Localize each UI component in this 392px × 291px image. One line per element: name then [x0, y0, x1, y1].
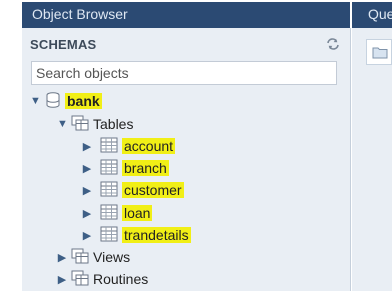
query-panel: [352, 28, 392, 291]
search-box[interactable]: [31, 61, 337, 85]
collapse-arrow-icon[interactable]: ▶: [82, 162, 92, 175]
table-folder-icon: [71, 115, 89, 134]
database-icon: [46, 91, 60, 111]
table-icon: [100, 204, 118, 223]
collapse-arrow-icon[interactable]: ▶: [82, 229, 92, 242]
tree-node-table[interactable]: ▶ account: [82, 136, 176, 156]
tree-node-table[interactable]: ▶ loan: [82, 203, 153, 223]
search-input[interactable]: [32, 62, 336, 84]
tree-node-routines[interactable]: ▶ Routines: [57, 269, 148, 289]
table-name[interactable]: account: [122, 138, 176, 154]
refresh-icon[interactable]: [326, 38, 342, 52]
object-browser-title: Object Browser: [32, 6, 128, 22]
table-name[interactable]: branch: [122, 160, 169, 176]
folder-icon: [372, 46, 388, 64]
collapse-arrow-icon[interactable]: ▶: [57, 251, 67, 264]
table-icon: [100, 226, 118, 245]
table-name[interactable]: customer: [122, 182, 184, 198]
tree-node-bank[interactable]: ▼ bank: [30, 91, 102, 111]
table-name[interactable]: trandetails: [122, 227, 191, 243]
collapse-arrow-icon[interactable]: ▶: [82, 207, 92, 220]
routines-label[interactable]: Routines: [93, 271, 148, 287]
query-tab-title[interactable]: Que: [368, 6, 392, 22]
tree-node-table[interactable]: ▶ customer: [82, 180, 184, 200]
schemas-label: SCHEMAS: [30, 37, 97, 52]
table-icon: [100, 137, 118, 156]
open-folder-button[interactable]: [366, 39, 392, 65]
collapse-arrow-icon[interactable]: ▶: [82, 184, 92, 197]
screenshot-frame: Object Browser Que SCHEMAS ▼ bank ▼: [0, 0, 392, 291]
table-name[interactable]: loan: [122, 205, 153, 221]
tree-node-views[interactable]: ▶ Views: [57, 247, 130, 267]
tables-label[interactable]: Tables: [93, 116, 133, 132]
views-label[interactable]: Views: [93, 249, 130, 265]
tree-node-table[interactable]: ▶ trandetails: [82, 225, 191, 245]
routines-folder-icon: [71, 270, 89, 289]
schema-name[interactable]: bank: [65, 93, 102, 109]
tree-node-table[interactable]: ▶ branch: [82, 158, 169, 178]
collapse-arrow-icon[interactable]: ▶: [57, 273, 67, 286]
table-icon: [100, 159, 118, 178]
table-icon: [100, 181, 118, 200]
collapse-arrow-icon[interactable]: ▶: [82, 140, 92, 153]
expand-arrow-icon[interactable]: ▼: [30, 95, 41, 107]
views-folder-icon: [71, 248, 89, 267]
tree-node-tables[interactable]: ▼ Tables: [57, 114, 133, 134]
expand-arrow-icon[interactable]: ▼: [57, 118, 68, 130]
